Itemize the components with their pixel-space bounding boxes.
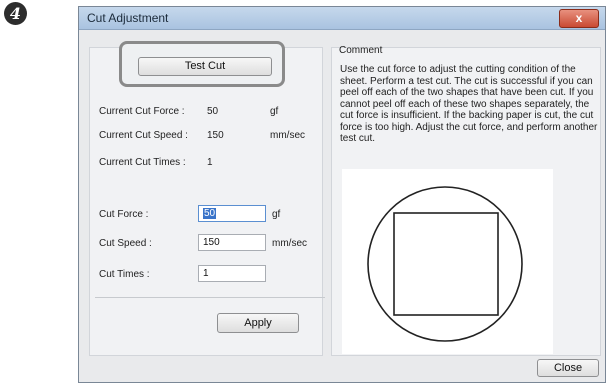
apply-button[interactable]: Apply	[217, 313, 299, 333]
window-title: Cut Adjustment	[87, 11, 169, 25]
test-cut-shapes	[367, 186, 523, 342]
cut-force-input-value: 50	[203, 208, 217, 219]
current-cut-speed-label: Current Cut Speed :	[99, 130, 188, 141]
comment-text: Use the cut force to adjust the cutting …	[340, 64, 598, 144]
current-cut-force-value: 50	[207, 106, 219, 117]
cut-settings-panel	[89, 47, 323, 356]
current-cut-force-label: Current Cut Force :	[99, 106, 185, 117]
cut-force-unit: gf	[272, 209, 281, 220]
current-cut-times-value: 1	[207, 157, 213, 168]
close-button[interactable]: Close	[537, 359, 599, 377]
current-cut-speed-unit: mm/sec	[270, 130, 305, 141]
preview-circle-shape	[367, 186, 523, 342]
preview-square-shape	[393, 212, 499, 316]
cut-times-input[interactable]: 1	[198, 265, 266, 282]
window-close-button[interactable]: x	[559, 9, 599, 28]
cut-times-label: Cut Times :	[99, 269, 150, 280]
step-number-badge: 4	[4, 2, 27, 25]
cut-adjustment-dialog: Cut Adjustment x Test Cut Current Cut Fo…	[78, 6, 606, 383]
cut-speed-unit: mm/sec	[272, 238, 307, 249]
cut-speed-input[interactable]: 150	[198, 234, 266, 251]
current-cut-speed-value: 150	[207, 130, 224, 141]
cut-speed-label: Cut Speed :	[99, 238, 152, 249]
comment-heading: Comment	[339, 45, 383, 56]
settings-separator	[95, 297, 325, 298]
test-cut-preview	[342, 169, 553, 354]
title-bar: Cut Adjustment x	[79, 7, 605, 30]
cut-force-input[interactable]: 50	[198, 205, 266, 222]
cut-force-label: Cut Force :	[99, 209, 149, 220]
test-cut-button[interactable]: Test Cut	[138, 57, 272, 76]
current-cut-force-unit: gf	[270, 106, 279, 117]
current-cut-times-label: Current Cut Times :	[99, 157, 186, 168]
